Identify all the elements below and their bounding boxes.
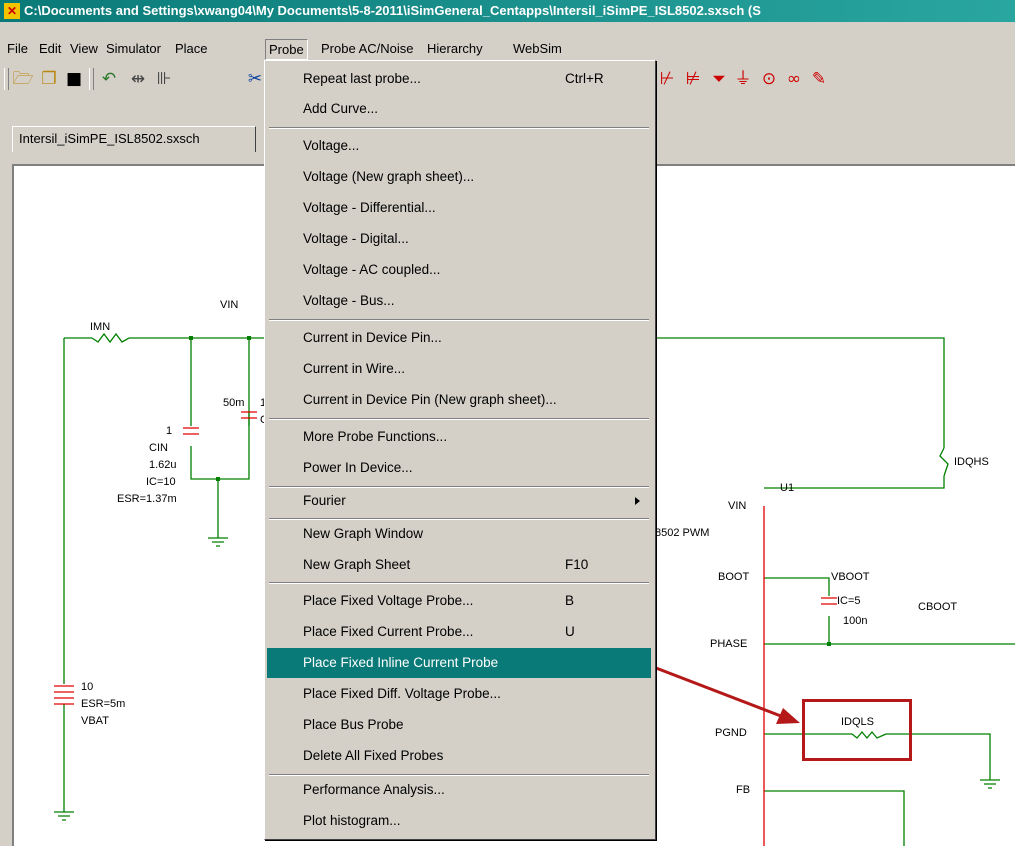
vbat-esr: ESR=5m [81,698,126,710]
undo-icon[interactable]: ↶ [98,68,120,90]
cin-value-cap: 1.62u [149,459,177,471]
pin-boot: BOOT [718,571,750,583]
menu-websim[interactable]: WebSim [510,39,565,58]
save-icon[interactable]: ■ [63,68,85,90]
imn-label: IMN [90,321,111,333]
inductor-icon[interactable]: ∞ [783,68,805,90]
menu-item-voltage-digital[interactable]: Voltage - Digital... [267,224,651,254]
menu-item-current-device-pin-new-sheet[interactable]: Current in Device Pin (New graph sheet).… [267,385,651,415]
inline-probe-highlight-box [802,699,912,761]
menu-separator [269,418,649,420]
tab-schematic[interactable]: Intersil_iSimPE_ISL8502.sxsch [12,126,256,152]
scissors-icon[interactable]: ✂ [244,68,266,90]
cboot-label: CBOOT [918,601,958,613]
menu-item-place-bus-probe[interactable]: Place Bus Probe [267,710,651,740]
menu-item-current-device-pin[interactable]: Current in Device Pin... [267,323,651,353]
probe-pin-icon[interactable]: ⇹ [127,68,149,90]
menu-separator [269,582,649,584]
pin-pgnd: PGND [715,727,747,739]
menu-item-delete-all-fixed-probes[interactable]: Delete All Fixed Probes [267,741,651,771]
menu-separator [269,127,649,129]
menu-item-place-fixed-diff-voltage-probe[interactable]: Place Fixed Diff. Voltage Probe... [267,679,651,709]
ac-source-icon[interactable]: ⊙ [758,68,780,90]
cboot-value-ic: IC=5 [837,595,861,607]
submenu-arrow-icon [635,497,640,505]
menu-item-performance-analysis[interactable]: Performance Analysis... [267,775,651,805]
menu-file[interactable]: File [4,39,31,58]
menu-item-repeat-last-probe[interactable]: Repeat last probe... Ctrl+R [267,64,651,94]
cin-label: CIN [149,442,168,454]
vbat-label: VBAT [81,715,109,727]
title-bar: ✕ C:\Documents and Settings\xwang04\My Do… [0,0,1015,22]
cin-value-esr: ESR=1.37m [117,493,177,505]
component-icon[interactable]: ⊪ [153,68,175,90]
wire-icon[interactable]: ⊬ [656,68,678,90]
window-title: C:\Documents and Settings\xwang04\My Doc… [24,3,761,18]
menu-separator [269,319,649,321]
idqhs-label: IDQHS [954,456,989,468]
menu-item-voltage-differential[interactable]: Voltage - Differential... [267,193,651,223]
cboot-value-cap: 100n [843,615,868,627]
vbat-value: 10 [81,681,94,693]
menu-item-current-in-wire[interactable]: Current in Wire... [267,354,651,384]
app-icon: ✕ [4,3,20,19]
pwm-label: 8502 PWM [655,527,710,539]
cin-value-1: 1 [166,425,173,437]
menu-item-voltage-bus[interactable]: Voltage - Bus... [267,286,651,316]
pin-phase: PHASE [710,638,748,650]
menu-item-plot-histogram[interactable]: Plot histogram... [267,806,651,836]
menu-item-new-graph-window[interactable]: New Graph Window [267,519,651,549]
menu-place[interactable]: Place [172,39,211,58]
toolbar-grip [89,68,94,90]
menu-item-more-probe-functions[interactable]: More Probe Functions... [267,422,651,452]
menu-item-voltage-new-sheet[interactable]: Voltage (New graph sheet)... [267,162,651,192]
menu-item-new-graph-sheet[interactable]: New Graph Sheet F10 [267,550,651,580]
pin-vin: VIN [728,500,747,512]
menu-item-voltage-ac-coupled[interactable]: Voltage - AC coupled... [267,255,651,285]
menu-probe[interactable]: Probe [265,39,308,60]
menu-item-place-fixed-inline-current-probe[interactable]: Place Fixed Inline Current Probe [267,648,651,678]
toolbar-grip[interactable] [4,68,9,90]
vin-net-label: VIN [220,299,239,311]
bus-icon[interactable]: ⊭ [682,68,704,90]
vboot-label: VBOOT [831,571,870,583]
open-folder-icon[interactable]: 🗁 [12,68,34,90]
pen-icon[interactable]: ✎ [808,68,830,90]
cin-value-ic: IC=10 [146,476,176,488]
menu-view[interactable]: View [67,39,101,58]
menu-edit[interactable]: Edit [36,39,64,58]
pin-fb: FB [736,784,751,796]
menu-item-voltage[interactable]: Voltage... [267,131,651,161]
menu-simulator[interactable]: Simulator [103,39,164,58]
menu-probe-ac-noise[interactable]: Probe AC/Noise [318,39,417,58]
cap2-value: 50m [223,397,245,409]
menu-hierarchy[interactable]: Hierarchy [424,39,486,58]
menu-item-place-fixed-voltage-probe[interactable]: Place Fixed Voltage Probe... B [267,586,651,616]
diode-icon[interactable]: ⏷ [708,68,730,90]
menu-item-place-fixed-current-probe[interactable]: Place Fixed Current Probe... U [267,617,651,647]
menu-item-power-in-device[interactable]: Power In Device... [267,453,651,483]
menu-item-add-curve[interactable]: Add Curve... [267,94,651,124]
capacitor-icon[interactable]: ⏚ [732,68,754,90]
probe-dropdown-menu: Repeat last probe... Ctrl+R Add Curve... … [264,60,656,840]
u1-label: U1 [780,482,795,494]
new-file-icon[interactable]: ❐ [38,68,60,90]
menu-bar: File Edit View Simulator Place Probe Pro… [0,37,1015,61]
menu-item-fourier[interactable]: Fourier [267,486,651,516]
